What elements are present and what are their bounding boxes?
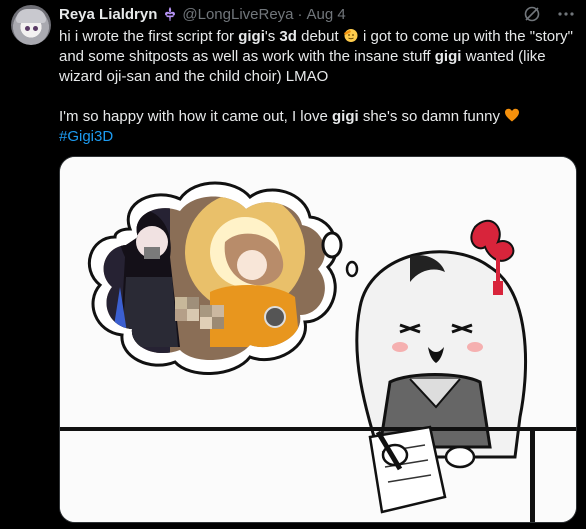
orange-heart-emoji bbox=[504, 107, 520, 123]
tweet-text: hi i wrote the first script for gigi's 3… bbox=[59, 27, 579, 147]
avatar[interactable] bbox=[11, 5, 51, 45]
fleur-de-lis-badge-icon bbox=[162, 6, 178, 22]
tweet[interactable]: Reya Lialdryn @LongLiveReya · Aug 4 hi i… bbox=[0, 0, 586, 529]
tweet-paragraph-1: hi i wrote the first script for gigi's 3… bbox=[59, 27, 573, 85]
author-name[interactable]: Reya Lialdryn bbox=[59, 6, 157, 23]
hashtag-link[interactable]: #Gigi3D bbox=[59, 128, 113, 145]
separator-dot: · bbox=[297, 5, 303, 23]
tweet-paragraph-2: I'm so happy with how it came out, I lov… bbox=[59, 107, 579, 127]
more-icon[interactable] bbox=[556, 4, 576, 24]
tweet-header: Reya Lialdryn @LongLiveReya · Aug 4 bbox=[59, 4, 346, 24]
author-handle[interactable]: @LongLiveReya bbox=[182, 6, 293, 23]
tweet-date[interactable]: Aug 4 bbox=[307, 6, 346, 23]
tweet-image[interactable] bbox=[59, 156, 577, 523]
grok-icon[interactable] bbox=[522, 4, 542, 24]
saluting-face-emoji bbox=[343, 27, 359, 43]
illustration bbox=[60, 157, 576, 522]
